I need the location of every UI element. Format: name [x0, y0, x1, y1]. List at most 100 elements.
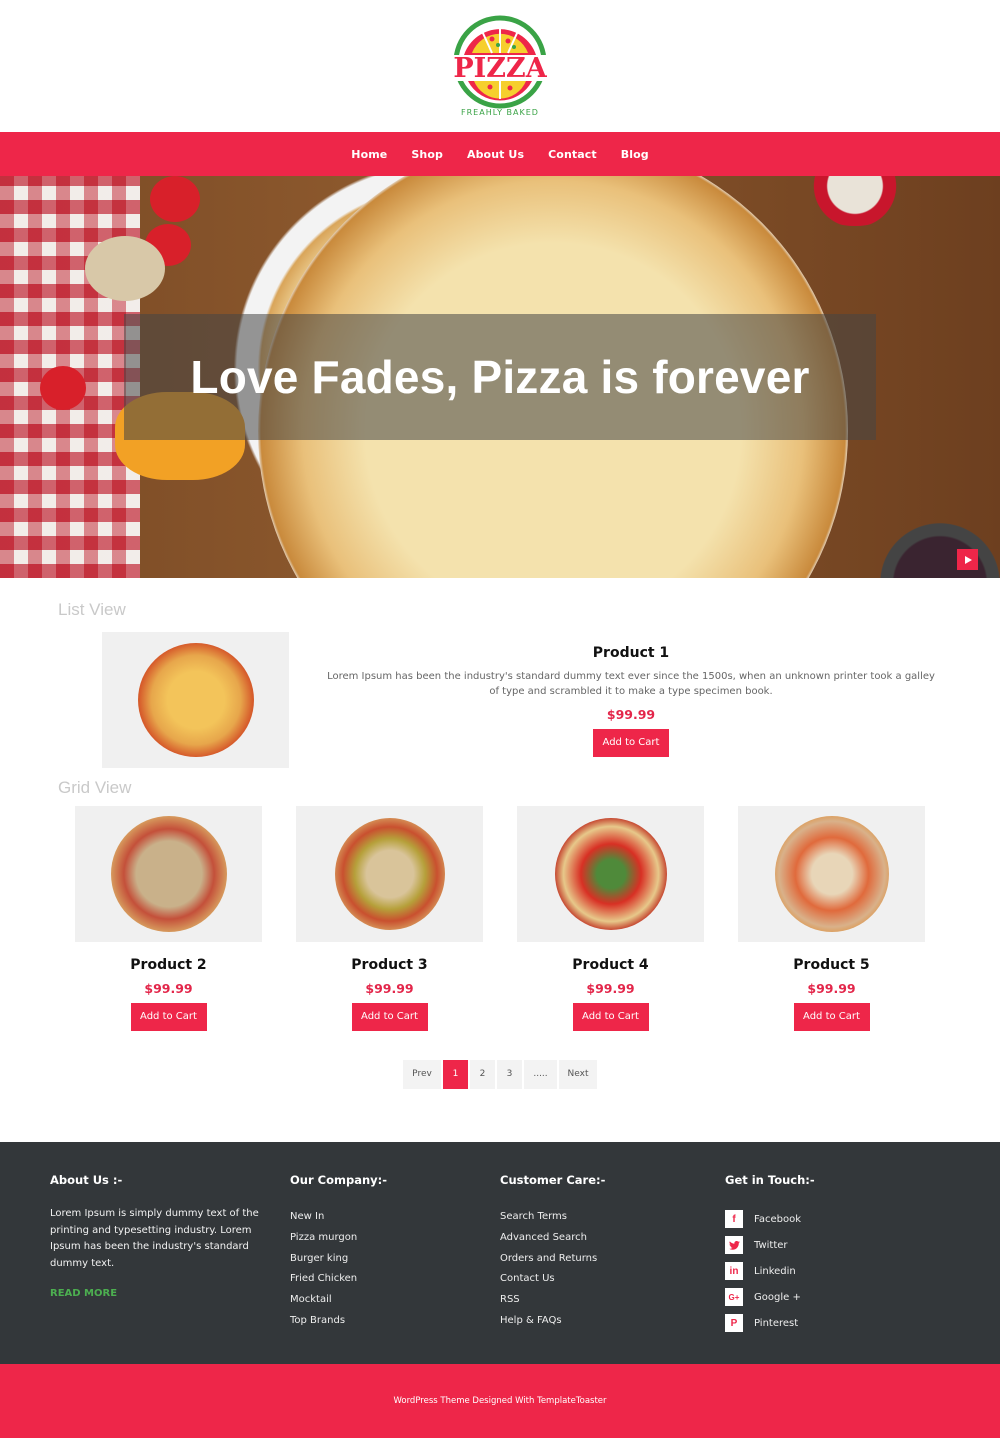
product-title[interactable]: Product 2 — [75, 957, 262, 973]
product-image-frame[interactable] — [102, 632, 289, 768]
footer-link-rss[interactable]: RSS — [500, 1292, 605, 1313]
social-facebook[interactable]: f Facebook — [725, 1206, 815, 1232]
footer-company: Our Company:- New In Pizza murgon Burger… — [290, 1173, 387, 1334]
grid-view-label: Grid View — [58, 778, 132, 797]
add-to-cart-button[interactable]: Add to Cart — [351, 1003, 428, 1031]
pagination-page-1[interactable]: 1 — [443, 1060, 468, 1089]
nav-home[interactable]: Home — [339, 148, 399, 161]
footer-link-help-faqs[interactable]: Help & FAQs — [500, 1313, 605, 1334]
footer-about: About Us :- Lorem Ipsum is simply dummy … — [50, 1173, 260, 1299]
footer-link-mocktail[interactable]: Mocktail — [290, 1292, 387, 1313]
footer-about-text: Lorem Ipsum is simply dummy text of the … — [50, 1208, 259, 1269]
logo-text: PIZZA — [453, 53, 547, 84]
play-icon — [965, 555, 972, 564]
hero-sauce-bowl — [870, 518, 1000, 578]
footer-touch-heading: Get in Touch:- — [725, 1173, 815, 1187]
list-view-label: List View — [58, 600, 126, 619]
pizza-logo[interactable]: PIZZA FREAHLY BAKED — [442, 15, 558, 119]
social-label: Pinterest — [754, 1317, 799, 1329]
nav-blog[interactable]: Blog — [609, 148, 661, 161]
footer-link-top-brands[interactable]: Top Brands — [290, 1313, 387, 1334]
grid-card: Product 2 $99.99 Add to Cart — [75, 806, 262, 1031]
social-twitter[interactable]: Twitter — [725, 1232, 815, 1258]
product-price: $99.99 — [807, 981, 856, 996]
footer-company-heading: Our Company:- — [290, 1173, 388, 1187]
footer-link-new-in[interactable]: New In — [290, 1209, 387, 1230]
product-4-pizza-image — [554, 818, 667, 930]
list-item: Product 1 Lorem Ipsum has been the indus… — [0, 632, 1000, 768]
nav-about-us[interactable]: About Us — [455, 148, 536, 161]
product-price: $99.99 — [586, 981, 635, 996]
hero-dip-bowl — [800, 176, 910, 226]
logo-tagline: FREAHLY BAKED — [461, 108, 539, 117]
twitter-icon — [725, 1236, 743, 1254]
main-nav: Home Shop About Us Contact Blog — [0, 132, 1000, 176]
footer-link-contact-us[interactable]: Contact Us — [500, 1271, 605, 1292]
hero-banner: Love Fades, Pizza is forever — [0, 176, 1000, 578]
product-description: Lorem Ipsum has been the industry's stan… — [327, 671, 935, 697]
facebook-icon: f — [725, 1210, 743, 1228]
social-label: Facebook — [754, 1213, 801, 1225]
hero-tomato — [150, 176, 200, 222]
footer-get-in-touch: Get in Touch:- f Facebook Twitter in Lin… — [725, 1173, 815, 1336]
product-image-frame[interactable] — [296, 806, 483, 942]
site-header: PIZZA FREAHLY BAKED — [0, 0, 1000, 132]
footer-care-heading: Customer Care:- — [500, 1173, 606, 1187]
social-google-plus[interactable]: G+ Google + — [725, 1284, 815, 1310]
social-label: Google + — [754, 1291, 801, 1303]
site-footer: About Us :- Lorem Ipsum is simply dummy … — [0, 1142, 1000, 1364]
product-image-frame[interactable] — [738, 806, 925, 942]
footer-link-burger-king[interactable]: Burger king — [290, 1251, 387, 1272]
copyright-bar: WordPress Theme Designed With TemplateTo… — [0, 1364, 1000, 1438]
nav-shop[interactable]: Shop — [399, 148, 455, 161]
logo-graphic: PIZZA FREAHLY BAKED — [442, 15, 558, 117]
social-pinterest[interactable]: P Pinterest — [725, 1310, 815, 1336]
product-title[interactable]: Product 4 — [517, 957, 704, 973]
read-more-link[interactable]: READ MORE — [50, 1288, 260, 1299]
add-to-cart-button[interactable]: Add to Cart — [572, 1003, 649, 1031]
grid-card: Product 3 $99.99 Add to Cart — [296, 806, 483, 1031]
product-image-frame[interactable] — [75, 806, 262, 942]
footer-link-fried-chicken[interactable]: Fried Chicken — [290, 1271, 387, 1292]
footer-link-pizza-murgon[interactable]: Pizza murgon — [290, 1230, 387, 1251]
pinterest-icon: P — [725, 1314, 743, 1332]
product-price: $99.99 — [365, 981, 414, 996]
pagination: Prev 1 2 3 ..... Next — [0, 1060, 1000, 1089]
footer-link-orders-returns[interactable]: Orders and Returns — [500, 1251, 605, 1272]
footer-link-search-terms[interactable]: Search Terms — [500, 1209, 605, 1230]
footer-link-advanced-search[interactable]: Advanced Search — [500, 1230, 605, 1251]
grid-card: Product 5 $99.99 Add to Cart — [738, 806, 925, 1031]
add-to-cart-button[interactable]: Add to Cart — [793, 1003, 870, 1031]
slider-play-button[interactable] — [957, 549, 978, 570]
add-to-cart-button[interactable]: Add to Cart — [130, 1003, 207, 1031]
product-1-pizza-image — [137, 643, 254, 757]
social-label: Linkedin — [754, 1265, 796, 1277]
product-title[interactable]: Product 3 — [296, 957, 483, 973]
footer-about-heading: About Us :- — [50, 1173, 123, 1187]
product-price: $99.99 — [144, 981, 193, 996]
product-title[interactable]: Product 1 — [327, 645, 935, 661]
pagination-next[interactable]: Next — [559, 1060, 597, 1089]
social-linkedin[interactable]: in Linkedin — [725, 1258, 815, 1284]
hero-mushroom — [85, 236, 165, 301]
product-grid: Product 2 $99.99 Add to Cart Product 3 $… — [0, 806, 1000, 1031]
nav-contact[interactable]: Contact — [536, 148, 609, 161]
hero-title: Love Fades, Pizza is forever — [190, 351, 810, 403]
product-image-frame[interactable] — [517, 806, 704, 942]
social-label: Twitter — [754, 1239, 788, 1251]
hero-caption-band: Love Fades, Pizza is forever — [124, 314, 876, 440]
footer-credit[interactable]: WordPress Theme Designed With TemplateTo… — [393, 1396, 606, 1406]
footer-customer-care: Customer Care:- Search Terms Advanced Se… — [500, 1173, 605, 1334]
product-price: $99.99 — [606, 707, 656, 722]
pagination-ellipsis[interactable]: ..... — [524, 1060, 557, 1089]
pagination-prev[interactable]: Prev — [403, 1060, 441, 1089]
linkedin-icon: in — [725, 1262, 743, 1280]
grid-card: Product 4 $99.99 Add to Cart — [517, 806, 704, 1031]
hero-tomato — [40, 366, 86, 410]
pagination-page-2[interactable]: 2 — [470, 1060, 495, 1089]
pagination-page-3[interactable]: 3 — [497, 1060, 522, 1089]
list-item-info: Product 1 Lorem Ipsum has been the indus… — [327, 632, 935, 768]
product-3-pizza-image — [334, 818, 445, 930]
product-title[interactable]: Product 5 — [738, 957, 925, 973]
add-to-cart-button[interactable]: Add to Cart — [593, 729, 669, 757]
